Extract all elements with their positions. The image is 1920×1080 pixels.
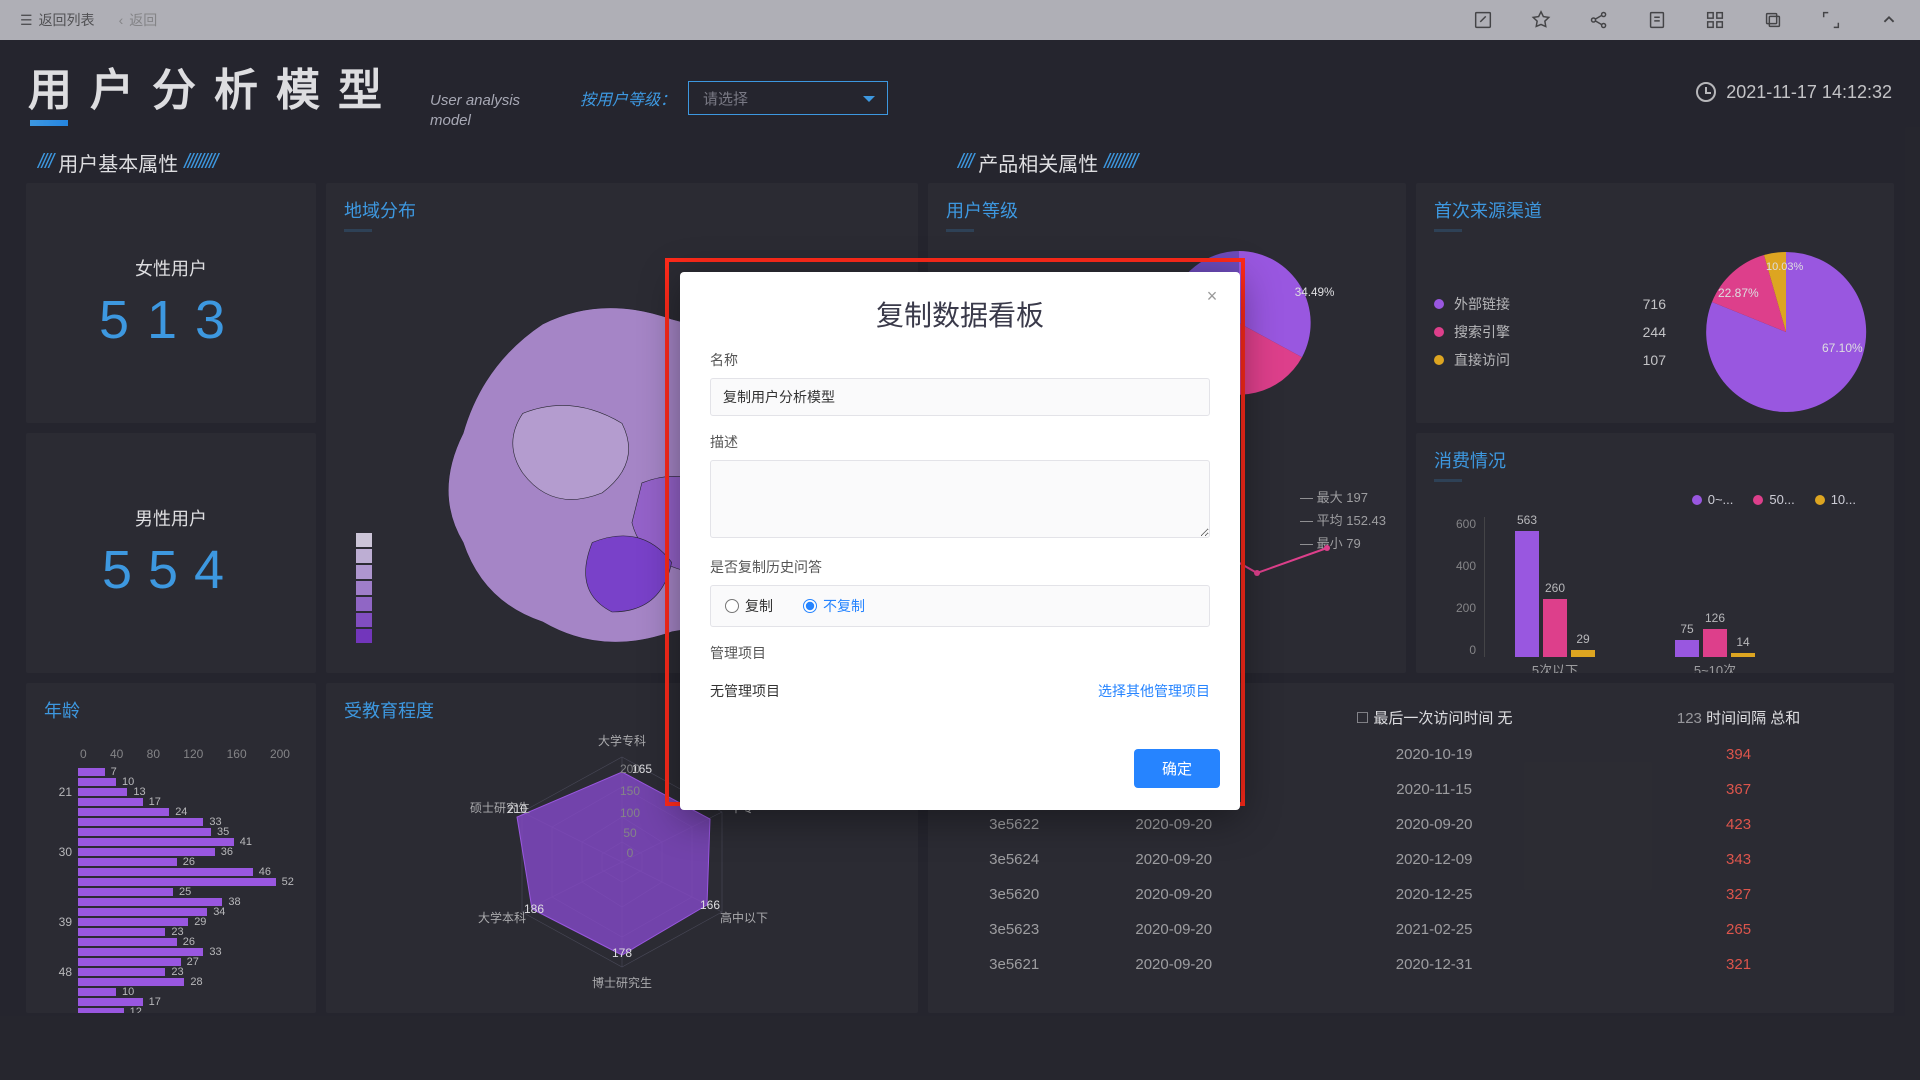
close-icon[interactable]: × — [1202, 286, 1222, 306]
confirm-button[interactable]: 确定 — [1134, 749, 1220, 788]
desc-label: 描述 — [710, 432, 1210, 452]
proj-label: 管理项目 — [710, 643, 1210, 663]
name-input[interactable] — [710, 378, 1210, 416]
history-label: 是否复制历史问答 — [710, 557, 1210, 577]
choose-project-link[interactable]: 选择其他管理项目 — [1098, 681, 1210, 701]
modal-title: 复制数据看板 — [710, 294, 1210, 334]
copy-dashboard-modal: 复制数据看板 × 名称 描述 是否复制历史问答 复制 不复制 管理项目 无管理项… — [680, 272, 1240, 810]
desc-textarea[interactable] — [710, 460, 1210, 538]
radio-nocopy[interactable]: 不复制 — [803, 596, 865, 616]
proj-value: 无管理项目 — [710, 683, 780, 699]
name-label: 名称 — [710, 350, 1210, 370]
radio-copy[interactable]: 复制 — [725, 596, 773, 616]
